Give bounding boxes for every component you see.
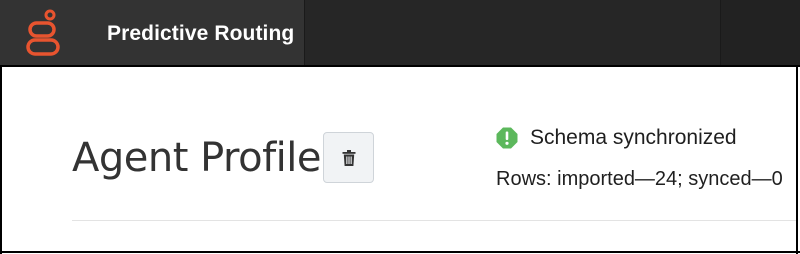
brand-block[interactable]: Predictive Routing <box>0 0 305 67</box>
topbar-right-area <box>720 0 800 65</box>
frame-border-bottom <box>0 251 800 253</box>
delete-button[interactable] <box>323 132 374 183</box>
trash-icon <box>342 149 355 166</box>
page: Predictive Routing Agent Profile Schema … <box>0 0 800 254</box>
genesys-logo-icon <box>26 9 60 56</box>
page-title: Agent Profile <box>72 135 322 181</box>
frame-border-left <box>0 67 2 254</box>
app-title: Predictive Routing <box>107 22 295 45</box>
schema-status: Schema synchronized <box>496 126 737 150</box>
divider <box>72 220 796 221</box>
alert-octagon-icon <box>496 127 518 149</box>
frame-border-right <box>796 67 798 254</box>
status-text: Schema synchronized <box>530 126 737 149</box>
rows-summary: Rows: imported—24; synced—0 <box>496 168 783 190</box>
frame-border-top <box>0 65 800 67</box>
top-navigation-bar: Predictive Routing <box>0 0 800 67</box>
